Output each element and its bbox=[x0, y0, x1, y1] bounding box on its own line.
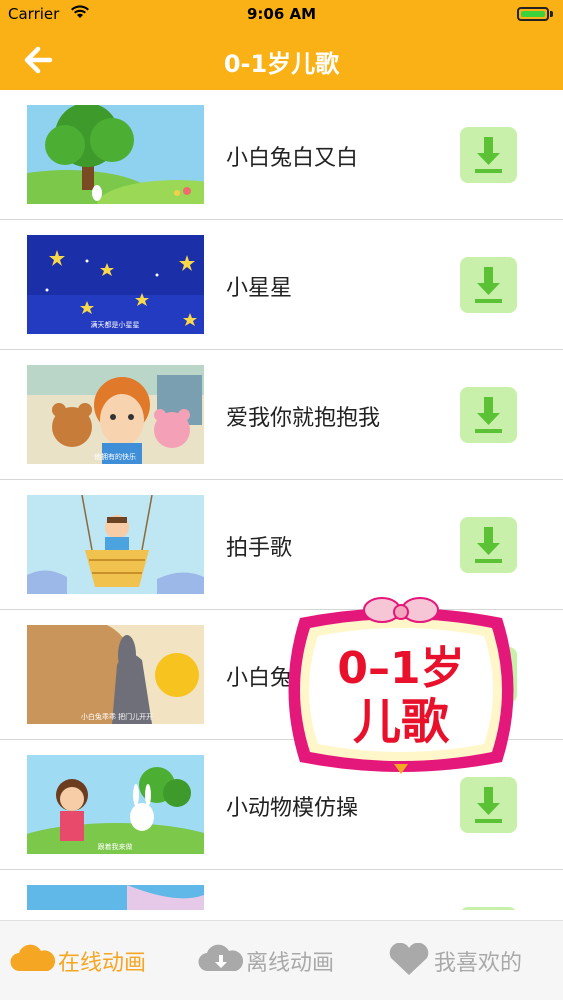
thumb-caption: 跟着我来做 bbox=[98, 842, 133, 851]
list-item[interactable]: 满天都是小星星 小星星 bbox=[0, 220, 563, 350]
video-thumbnail[interactable]: 他拥有的快乐 bbox=[27, 365, 204, 464]
tab-bar: 在线动画 离线动画 我喜欢的 bbox=[0, 920, 563, 1000]
thumb-caption: 他拥有的快乐 bbox=[94, 452, 136, 461]
heart-icon bbox=[389, 943, 429, 975]
battery-tip bbox=[550, 11, 553, 17]
list-item[interactable] bbox=[0, 870, 563, 910]
download-icon bbox=[475, 137, 502, 173]
tab-label: 在线动画 bbox=[58, 951, 147, 976]
download-icon bbox=[475, 527, 502, 563]
download-icon bbox=[475, 267, 502, 303]
cloud-icon bbox=[10, 944, 56, 972]
list-item[interactable]: 他拥有的快乐 爱我你就抱抱我 bbox=[0, 350, 563, 480]
download-button[interactable] bbox=[460, 387, 517, 443]
video-thumbnail[interactable]: 小白兔乖乖 把门儿开开 bbox=[27, 625, 204, 724]
tab-label: 我喜欢的 bbox=[434, 951, 523, 976]
video-thumbnail[interactable]: 满天都是小星星 bbox=[27, 235, 204, 334]
page-title: 0-1岁儿歌 bbox=[223, 50, 340, 78]
song-title: 爱我你就抱抱我 bbox=[226, 406, 381, 431]
download-button[interactable] bbox=[460, 517, 517, 573]
song-title: 小星星 bbox=[226, 276, 293, 301]
cloud-download-icon bbox=[198, 944, 244, 972]
song-title: 拍手歌 bbox=[226, 536, 293, 561]
tab-label: 离线动画 bbox=[246, 951, 335, 976]
nav-bar: 0-1岁儿歌 bbox=[0, 30, 563, 90]
download-button[interactable] bbox=[460, 127, 517, 183]
list-item[interactable]: 小白兔白又白 bbox=[0, 90, 563, 220]
video-thumbnail[interactable] bbox=[27, 885, 204, 910]
badge-line-2: 儿歌 bbox=[353, 694, 450, 750]
video-thumbnail[interactable] bbox=[27, 495, 204, 594]
song-title: 小动物模仿操 bbox=[226, 796, 359, 821]
thumb-caption: 满天都是小星星 bbox=[91, 320, 140, 329]
video-thumbnail[interactable] bbox=[27, 105, 204, 204]
status-bar: Carrier 9:06 AM bbox=[0, 0, 563, 30]
download-button[interactable] bbox=[460, 907, 517, 910]
video-thumbnail[interactable]: 跟着我来做 bbox=[27, 755, 204, 854]
badge-line-1: 0–1岁 bbox=[337, 643, 464, 694]
download-icon bbox=[475, 397, 502, 433]
thumb-caption: 小白兔乖乖 把门儿开开 bbox=[81, 712, 153, 721]
category-badge: 0–1岁 儿歌 bbox=[270, 588, 532, 792]
battery-icon bbox=[517, 7, 549, 21]
status-time: 9:06 AM bbox=[246, 5, 317, 23]
song-title: 小白兔白又白 bbox=[226, 146, 359, 171]
download-button[interactable] bbox=[460, 257, 517, 313]
